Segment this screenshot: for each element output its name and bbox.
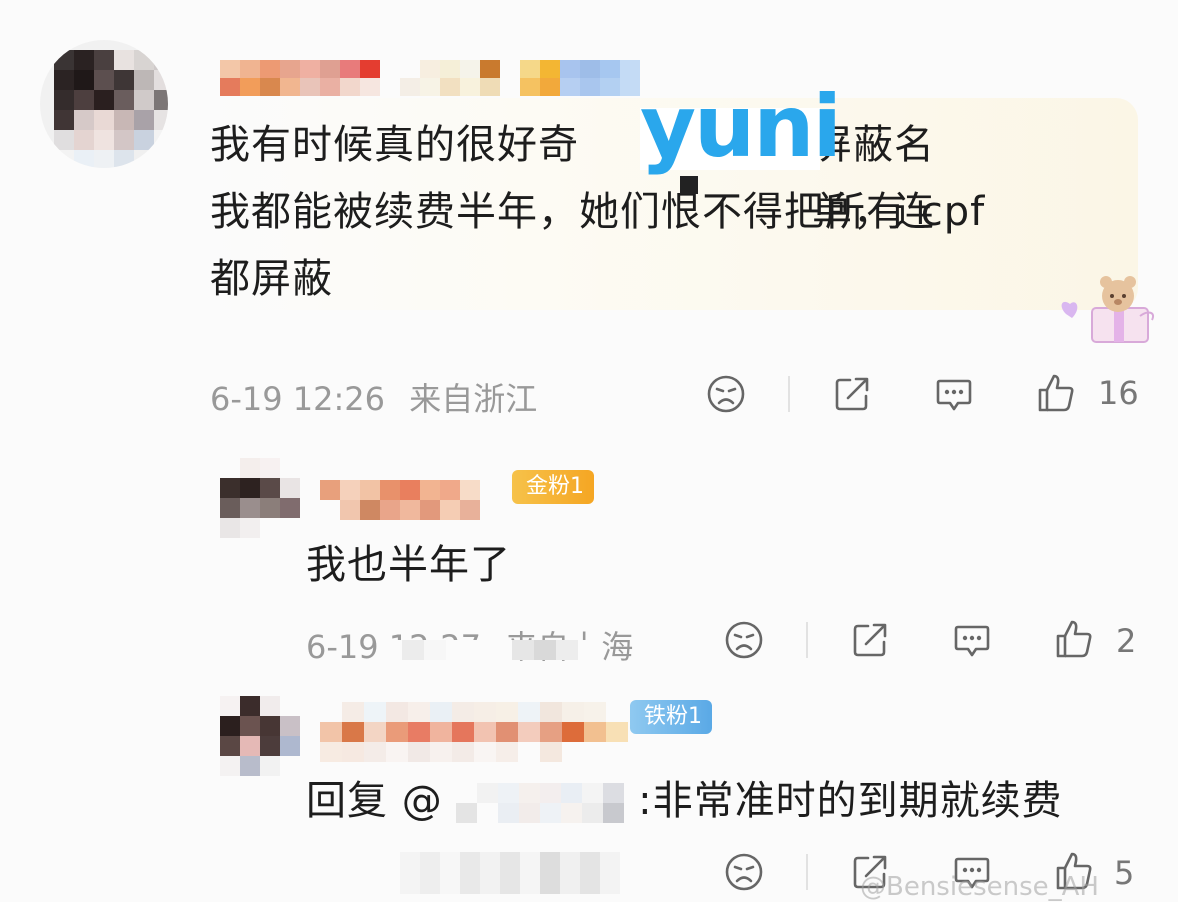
timestamp: 6-19 12:26 [210, 380, 386, 418]
reply-prefix[interactable]: 回复 @ [306, 778, 443, 824]
pixelated-overlay [380, 640, 600, 660]
fan-badge: 金粉1 [512, 470, 594, 504]
thumbs-up-icon[interactable] [1054, 618, 1094, 660]
dislike-face-icon[interactable] [724, 620, 764, 660]
comment-meta: 6-19 12:26 来自浙江 [210, 374, 537, 420]
comment-icon[interactable] [934, 374, 974, 414]
avatar[interactable] [220, 696, 300, 776]
divider [806, 854, 808, 890]
share-icon[interactable] [832, 374, 872, 414]
fan-badge: 铁粉1 [630, 700, 712, 734]
thumbs-up-icon[interactable] [1036, 372, 1076, 414]
comment-line-3: 都屏蔽 [210, 256, 333, 302]
username-mosaic[interactable] [220, 60, 380, 96]
comment-line-1a: 我有时候真的很好奇 [210, 122, 579, 168]
username-mosaic [400, 60, 500, 96]
mention-mosaic[interactable] [456, 783, 625, 823]
bear-gift-sticker [1061, 276, 1154, 343]
dislike-face-icon[interactable] [706, 374, 746, 414]
avatar[interactable] [40, 40, 168, 168]
divider [788, 376, 790, 412]
username-mosaic [520, 60, 640, 96]
comment-icon[interactable] [952, 620, 992, 660]
overlay-cursor-mark [680, 176, 698, 194]
like-count: 16 [1098, 374, 1139, 412]
avatar-mosaic [220, 458, 300, 538]
fan-badge-label: 铁粉1 [644, 704, 702, 729]
avatar-mosaic [54, 50, 168, 168]
username-mosaic[interactable] [320, 480, 480, 520]
reply-content: :非常准时的到期就续费 [638, 778, 1063, 824]
dislike-face-icon[interactable] [724, 852, 764, 892]
avatar-mosaic [220, 696, 300, 776]
pixelated-overlay [400, 852, 640, 894]
overlay-label: yuni [640, 77, 842, 177]
comment-text: 我有时候真的很好奇 屏蔽名单，连 我都能被续费半年，她们恨不得把所有 cpf 都… [210, 112, 985, 313]
username-mosaic[interactable] [320, 702, 628, 762]
share-icon[interactable] [850, 620, 890, 660]
watermark: @Bensiesense_AH [860, 872, 1099, 902]
avatar[interactable] [220, 458, 300, 538]
location: 来自浙江 [409, 380, 538, 418]
reply-text: 回复 @ :非常准时的到期就续费 [306, 768, 1063, 826]
fan-badge-label: 金粉1 [526, 474, 584, 499]
like-count: 2 [1116, 622, 1137, 660]
reply-text: 我也半年了 [306, 542, 511, 588]
like-count: 5 [1114, 854, 1135, 892]
divider [806, 622, 808, 658]
